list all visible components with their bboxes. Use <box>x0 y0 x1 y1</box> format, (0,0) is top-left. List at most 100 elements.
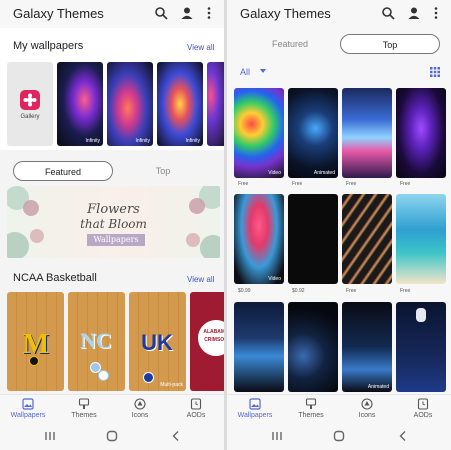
thumb-label: Infinity <box>185 138 200 144</box>
wallpaper-thumb[interactable]: Infinity <box>57 62 103 146</box>
filter-label: All <box>240 67 251 77</box>
tab-top[interactable]: Top <box>113 161 213 181</box>
wallpaper-thumb[interactable]: Infinity <box>107 62 153 146</box>
price-label: Free <box>346 181 357 187</box>
back-icon[interactable] <box>397 430 409 442</box>
account-icon[interactable] <box>180 6 194 20</box>
wallpaper-thumb[interactable]: Infinity <box>157 62 203 146</box>
wallpaper-thumb[interactable] <box>396 88 446 178</box>
more-options-icon[interactable] <box>202 6 216 20</box>
icons-icon <box>361 398 373 410</box>
nav-aods[interactable]: AODs <box>395 398 451 419</box>
bottom-nav: Wallpapers Themes Icons AODs <box>0 394 224 424</box>
basketball-icon <box>98 370 109 381</box>
thumb-badge: Animated <box>367 384 389 390</box>
grid-view-icon[interactable] <box>430 67 440 77</box>
ncaa-thumb-alabama[interactable]: ALABAMA CRIMSON <box>190 292 224 391</box>
ncaa-thumb-unc[interactable]: NC <box>68 292 125 391</box>
tab-featured[interactable]: Featured <box>13 161 113 181</box>
nav-themes[interactable]: Themes <box>56 398 112 419</box>
team-logo: ALABAMA CRIMSON <box>196 318 224 358</box>
recents-icon[interactable] <box>44 430 56 442</box>
astronaut-figure <box>416 308 426 322</box>
banner-line-2: that Bloom <box>80 217 147 231</box>
nav-themes[interactable]: Themes <box>283 398 339 419</box>
wallpaper-thumb[interactable] <box>288 302 338 392</box>
left-screen: Galaxy Themes My wallpapers View all Gal… <box>0 0 224 450</box>
wallpaper-thumb[interactable]: Animated <box>288 88 338 178</box>
wallpaper-thumb[interactable] <box>342 88 392 178</box>
section-title: NCAA Basketball <box>13 272 97 284</box>
multi-pack-badge: Multi-pack <box>160 382 183 388</box>
nav-label: AODs <box>413 412 433 419</box>
search-icon[interactable] <box>381 6 395 20</box>
view-all-link[interactable]: View all <box>187 43 214 52</box>
right-screen: Galaxy Themes Featured Top All Video Ani… <box>227 0 451 450</box>
nav-label: Icons <box>358 412 376 419</box>
app-bar: Galaxy Themes <box>0 0 224 28</box>
recents-icon[interactable] <box>271 430 283 442</box>
app-title: Galaxy Themes <box>13 6 104 21</box>
wallpaper-thumb[interactable]: Animated <box>342 302 392 392</box>
wallpaper-thumb[interactable] <box>207 62 224 146</box>
nav-label: Wallpapers <box>10 412 46 419</box>
system-nav-bar <box>227 424 451 450</box>
themes-icon <box>305 398 317 409</box>
wallpaper-thumb[interactable] <box>288 194 338 284</box>
nav-icons[interactable]: Icons <box>112 398 168 419</box>
nav-aods[interactable]: AODs <box>168 398 224 419</box>
nav-label: AODs <box>186 412 206 419</box>
chevron-down-icon <box>259 69 266 73</box>
price-label: Free <box>400 181 411 187</box>
thumb-label: Infinity <box>135 138 150 144</box>
search-icon[interactable] <box>154 6 168 20</box>
themes-icon <box>78 398 90 409</box>
view-all-link[interactable]: View all <box>187 275 214 284</box>
gallery-icon <box>20 90 40 110</box>
home-icon[interactable] <box>333 430 345 442</box>
wallpaper-thumb[interactable]: Video <box>234 88 284 178</box>
back-icon[interactable] <box>170 430 182 442</box>
app-title: Galaxy Themes <box>240 6 331 21</box>
team-logo: UK <box>141 330 173 355</box>
price-label: Free <box>400 288 411 294</box>
wallpaper-thumb[interactable] <box>342 194 392 284</box>
ncaa-thumb-kentucky[interactable]: UK Multi-pack <box>129 292 186 391</box>
wallpaper-icon <box>249 398 261 410</box>
thumb-badge: Video <box>268 170 281 176</box>
app-bar: Galaxy Themes <box>227 0 451 28</box>
wallpaper-thumb[interactable] <box>396 302 446 392</box>
wallpaper-icon <box>22 398 34 410</box>
account-icon[interactable] <box>407 6 421 20</box>
flowers-banner[interactable]: Flowers that Bloom Wallpapers <box>7 186 220 258</box>
price-label: $0.92 <box>292 288 305 294</box>
nav-icons[interactable]: Icons <box>339 398 395 419</box>
wallpaper-thumb[interactable]: Video <box>234 194 284 284</box>
aods-icon <box>190 398 202 410</box>
icons-icon <box>134 398 146 410</box>
gallery-tile[interactable]: Gallery <box>7 62 53 146</box>
tab-top[interactable]: Top <box>340 34 440 54</box>
tile-label: Gallery <box>20 114 40 120</box>
tab-featured[interactable]: Featured <box>240 34 340 54</box>
nav-label: Themes <box>298 412 324 419</box>
system-nav-bar <box>0 424 224 450</box>
basketball-icon <box>143 372 154 383</box>
nav-wallpapers[interactable]: Wallpapers <box>0 398 56 419</box>
price-label: $0.99 <box>238 288 251 294</box>
nav-wallpapers[interactable]: Wallpapers <box>227 398 283 419</box>
section-title: My wallpapers <box>13 40 84 52</box>
home-icon[interactable] <box>106 430 118 442</box>
wallpaper-thumb[interactable] <box>234 302 284 392</box>
price-label: Free <box>346 288 357 294</box>
ncaa-thumb-michigan[interactable]: M <box>7 292 64 391</box>
team-logo: NC <box>80 328 112 353</box>
nav-label: Icons <box>131 412 149 419</box>
price-label: Free <box>292 181 303 187</box>
thumb-label: Infinity <box>85 138 100 144</box>
filter-dropdown[interactable]: All <box>240 67 267 77</box>
wallpaper-thumb[interactable] <box>396 194 446 284</box>
thumb-badge: Video <box>268 276 281 282</box>
more-options-icon[interactable] <box>429 6 443 20</box>
thumb-badge: Animated <box>313 170 335 176</box>
